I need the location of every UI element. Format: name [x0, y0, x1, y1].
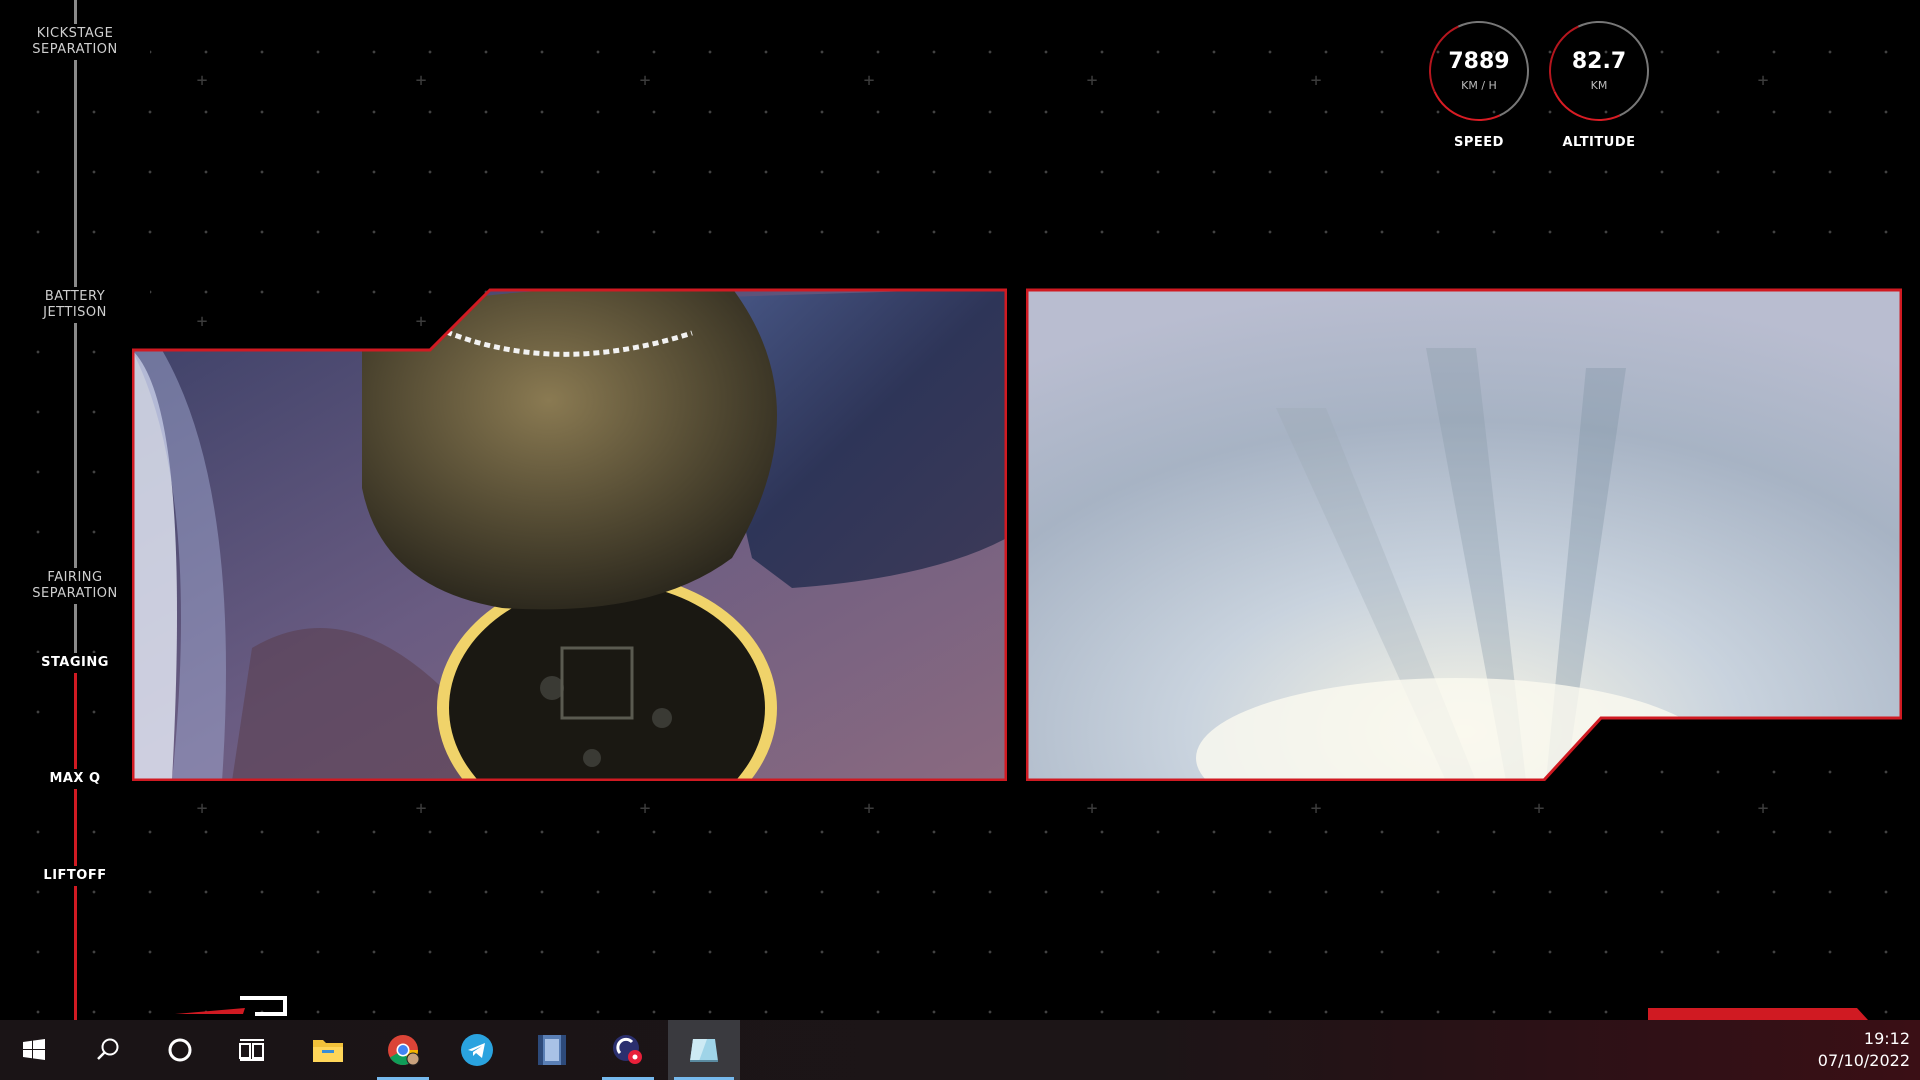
- timeline-event-kickstage: KICKSTAGE SEPARATION: [0, 24, 150, 60]
- search-icon: [97, 1038, 119, 1060]
- timeline-event-max-q: MAX Q: [0, 769, 150, 789]
- grid-plus: +: [1310, 70, 1322, 91]
- speed-value: 7889: [1448, 49, 1510, 74]
- grid-plus: +: [1086, 798, 1098, 819]
- speed-caption: SPEED: [1454, 135, 1504, 150]
- grid-plus: +: [415, 798, 427, 819]
- rocket-camera-feed: [132, 288, 1007, 781]
- timeline-label: SEPARATION: [32, 586, 118, 601]
- timeline-label: KICKSTAGE: [36, 26, 114, 41]
- timeline-event-staging: STAGING: [0, 653, 150, 673]
- grid-plus: +: [863, 70, 875, 91]
- grid-plus: +: [1757, 798, 1769, 819]
- clock-time: 19:12: [1863, 1029, 1910, 1048]
- task-view-button[interactable]: [220, 1020, 284, 1080]
- timeline-track-completed: [74, 660, 77, 1020]
- altitude-caption: ALTITUDE: [1562, 135, 1636, 150]
- timeline-event-battery-jettison: BATTERY JETTISON: [0, 287, 150, 323]
- grid-plus: +: [1757, 70, 1769, 91]
- altitude-unit: KM: [1590, 79, 1608, 92]
- timeline-event-liftoff: LIFTOFF: [0, 866, 150, 886]
- grid-plus: +: [196, 70, 208, 91]
- system-clock[interactable]: 19:12 07/10/2022: [1818, 1028, 1910, 1072]
- grid-plus: +: [1086, 70, 1098, 91]
- altitude-gauge: 82.7 KM ALTITUDE: [1534, 6, 1664, 150]
- telegram-icon: [461, 1034, 493, 1066]
- speed-gauge: 7889 KM / H SPEED: [1414, 6, 1544, 150]
- grid-plus: +: [639, 798, 651, 819]
- grid-plus: +: [1310, 798, 1322, 819]
- grid-plus: +: [1533, 798, 1545, 819]
- logo-fragment: [175, 996, 287, 1016]
- grid-plus: +: [639, 70, 651, 91]
- app-icon: [690, 1039, 718, 1062]
- grid-plus: +: [415, 70, 427, 91]
- lower-third-banner: [1648, 1008, 1868, 1020]
- recorder-icon: [613, 1035, 642, 1064]
- app-button[interactable]: [668, 1020, 740, 1080]
- clock-date: 07/10/2022: [1817, 1051, 1910, 1070]
- cortana-button[interactable]: [148, 1020, 212, 1080]
- file-explorer-button[interactable]: [296, 1020, 360, 1080]
- circle-icon: [168, 1038, 192, 1062]
- grid-plus: +: [196, 798, 208, 819]
- windows-taskbar: 19:12 07/10/2022: [0, 1020, 1920, 1080]
- timeline-event-fairing-separation: FAIRING SEPARATION: [0, 568, 150, 604]
- chrome-icon: [388, 1035, 420, 1066]
- chrome-button[interactable]: [371, 1020, 435, 1080]
- windows-logo-icon: [23, 1039, 45, 1060]
- search-button[interactable]: [76, 1020, 140, 1080]
- timeline-label: BATTERY: [44, 289, 106, 304]
- recorder-button[interactable]: [596, 1020, 660, 1080]
- film-icon: [538, 1035, 566, 1065]
- timeline-label: SEPARATION: [32, 42, 118, 57]
- timeline-track-future: [74, 0, 77, 660]
- fairing-camera-feed: [1026, 288, 1902, 781]
- timeline-label: JETTISON: [43, 305, 107, 320]
- start-button[interactable]: [2, 1020, 66, 1080]
- video-editor-button[interactable]: [520, 1020, 584, 1080]
- timeline-label: FAIRING: [47, 570, 103, 585]
- speed-unit: KM / H: [1461, 79, 1497, 92]
- telegram-button[interactable]: [445, 1020, 509, 1080]
- folder-icon: [313, 1040, 343, 1062]
- task-view-icon: [239, 1039, 264, 1061]
- altitude-value: 82.7: [1571, 49, 1627, 74]
- grid-plus: +: [863, 798, 875, 819]
- launch-broadcast-screen: + + + + + + + + + + + + + + + + + KICKST…: [0, 0, 1920, 1020]
